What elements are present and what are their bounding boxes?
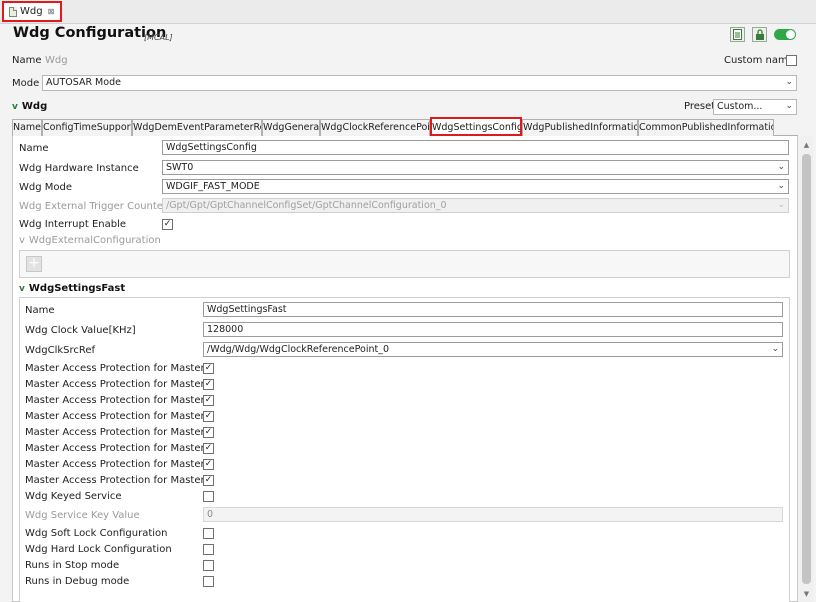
fast-section-title: WdgSettingsFast — [28, 283, 126, 294]
wdg-section-header[interactable]: v Wdg — [12, 101, 47, 112]
file-icon — [9, 6, 17, 17]
chevron-down-icon: ⌄ — [785, 77, 793, 87]
wdg-section-title: Wdg — [21, 101, 48, 112]
hw-instance-select[interactable]: SWT0 ⌄ — [162, 160, 789, 175]
fast-name-label: Name — [25, 305, 55, 316]
chevron-down-icon: v — [19, 235, 25, 246]
tab-wdg-published-information[interactable]: WdgPublishedInformation — [522, 119, 638, 136]
check-label: Master Access Protection for Master 7 — [25, 475, 215, 486]
fast-section-header[interactable]: v WdgSettingsFast — [19, 283, 125, 294]
wdg-mode-select[interactable]: WDGIF_FAST_MODE ⌄ — [162, 179, 789, 194]
settings-name-label: Name — [19, 143, 49, 154]
master-2-checkbox[interactable]: ✓ — [203, 395, 214, 406]
tab-wdg-clock-reference-point[interactable]: WdgClockReferencePoint — [320, 119, 430, 136]
clk-src-ref-value: /Wdg/Wdg/WdgClockReferencePoint_0 — [207, 344, 389, 355]
chevron-down-icon: ⌄ — [777, 200, 785, 210]
ext-config-header[interactable]: v WdgExternalConfiguration — [19, 235, 161, 246]
service-key-field: 0 — [203, 507, 783, 522]
scroll-up-icon[interactable]: ▲ — [801, 141, 812, 149]
master-7-checkbox[interactable]: ✓ — [203, 475, 214, 486]
chevron-down-icon: ⌄ — [771, 344, 779, 354]
mode-label: Mode — [12, 78, 40, 89]
container-tabs: Name ConfigTimeSupport WdgDemEventParame… — [12, 117, 798, 136]
master-3-checkbox[interactable]: ✓ — [203, 411, 214, 422]
interrupt-enable-checkbox[interactable]: ✓ — [162, 219, 173, 230]
hw-instance-value: SWT0 — [166, 162, 194, 173]
check-label: Master Access Protection for Master 2 — [25, 395, 215, 406]
name-label: Name — [12, 55, 42, 66]
debug-mode-checkbox[interactable] — [203, 576, 214, 587]
add-icon[interactable]: + — [26, 256, 42, 272]
chevron-down-icon: ⌄ — [785, 101, 793, 111]
editor-tab-wdg[interactable]: Wdg ⊠ — [2, 1, 62, 22]
master-4-checkbox[interactable]: ✓ — [203, 427, 214, 438]
preset-label: Preset — [684, 101, 716, 112]
check-label: Runs in Debug mode — [25, 576, 130, 587]
tab-wdg-dem-event-parameter-refs[interactable]: WdgDemEventParameterRefs — [132, 119, 262, 136]
custom-name-checkbox[interactable] — [786, 55, 797, 66]
master-6-checkbox[interactable]: ✓ — [203, 459, 214, 470]
check-label: Runs in Stop mode — [25, 560, 120, 571]
check-label: Wdg Hard Lock Configuration — [25, 544, 172, 555]
tab-config-time-support[interactable]: ConfigTimeSupport — [42, 119, 132, 136]
trigger-counter-select: /Gpt/Gpt/GptChannelConfigSet/GptChannelC… — [162, 198, 789, 213]
close-icon[interactable]: ⊠ — [48, 7, 55, 16]
check-label: Master Access Protection for Master 5 — [25, 443, 215, 454]
clk-src-ref-label: WdgClkSrcRef — [25, 345, 96, 356]
master-5-checkbox[interactable]: ✓ — [203, 443, 214, 454]
check-label: Master Access Protection for Master 0 — [25, 363, 215, 374]
master-0-checkbox[interactable]: ✓ — [203, 363, 214, 374]
name-value: Wdg — [45, 55, 68, 66]
document-icon[interactable] — [730, 27, 745, 42]
keyed-service-checkbox[interactable] — [203, 491, 214, 502]
check-label: Master Access Protection for Master 4 — [25, 427, 215, 438]
ext-config-label: WdgExternalConfiguration — [28, 235, 161, 246]
hard-lock-checkbox[interactable] — [203, 544, 214, 555]
check-label: Wdg Keyed Service — [25, 491, 122, 502]
toggle-icon[interactable] — [774, 29, 796, 40]
mode-select[interactable]: AUTOSAR Mode ⌄ — [42, 75, 797, 91]
wdg-mode-label: Wdg Mode — [19, 182, 73, 193]
clock-value-label: Wdg Clock Value[KHz] — [25, 325, 136, 336]
clock-value-field[interactable]: 128000 — [203, 322, 783, 337]
ext-config-panel — [19, 250, 790, 278]
wdg-mode-value: WDGIF_FAST_MODE — [166, 181, 260, 192]
preset-select-value: Custom... — [717, 101, 763, 112]
trigger-counter-value: /Gpt/Gpt/GptChannelConfigSet/GptChannelC… — [166, 200, 447, 211]
mode-select-value: AUTOSAR Mode — [46, 77, 121, 88]
soft-lock-checkbox[interactable] — [203, 528, 214, 539]
chevron-down-icon: ⌄ — [777, 181, 785, 191]
custom-name-label: Custom name — [724, 55, 794, 66]
trigger-counter-label: Wdg External Trigger Counter — [19, 201, 168, 212]
interrupt-enable-label: Wdg Interrupt Enable — [19, 219, 127, 230]
scrollbar-thumb[interactable] — [802, 154, 811, 584]
tab-wdg-general[interactable]: WdgGeneral — [262, 119, 320, 136]
lock-icon[interactable] — [752, 27, 767, 42]
editor-tab-label: Wdg — [20, 6, 43, 17]
tab-common-published-information[interactable]: CommonPublishedInformation — [638, 119, 774, 136]
clk-src-ref-select[interactable]: /Wdg/Wdg/WdgClockReferencePoint_0 ⌄ — [203, 342, 783, 357]
check-label: Master Access Protection for Master 1 — [25, 379, 215, 390]
check-label: Master Access Protection for Master 6 — [25, 459, 215, 470]
page-subtitle: [MCAL] — [144, 33, 173, 42]
section-expand-icon: v — [12, 101, 18, 112]
tab-name[interactable]: Name — [12, 119, 42, 136]
fast-name-field[interactable]: WdgSettingsFast — [203, 302, 783, 317]
check-label: Wdg Soft Lock Configuration — [25, 528, 168, 539]
check-label: Master Access Protection for Master 3 — [25, 411, 215, 422]
settings-name-field[interactable]: WdgSettingsConfig — [162, 140, 789, 155]
tab-wdg-settings-config[interactable]: WdgSettingsConfig — [430, 117, 522, 136]
preset-select[interactable]: Custom... ⌄ — [713, 99, 797, 115]
hw-instance-label: Wdg Hardware Instance — [19, 163, 139, 174]
scroll-down-icon[interactable]: ▼ — [801, 590, 812, 598]
service-key-label: Wdg Service Key Value — [25, 510, 140, 521]
section-expand-icon: v — [19, 283, 25, 294]
chevron-down-icon: ⌄ — [777, 162, 785, 172]
stop-mode-checkbox[interactable] — [203, 560, 214, 571]
master-1-checkbox[interactable]: ✓ — [203, 379, 214, 390]
editor-tab-bar — [0, 0, 816, 24]
